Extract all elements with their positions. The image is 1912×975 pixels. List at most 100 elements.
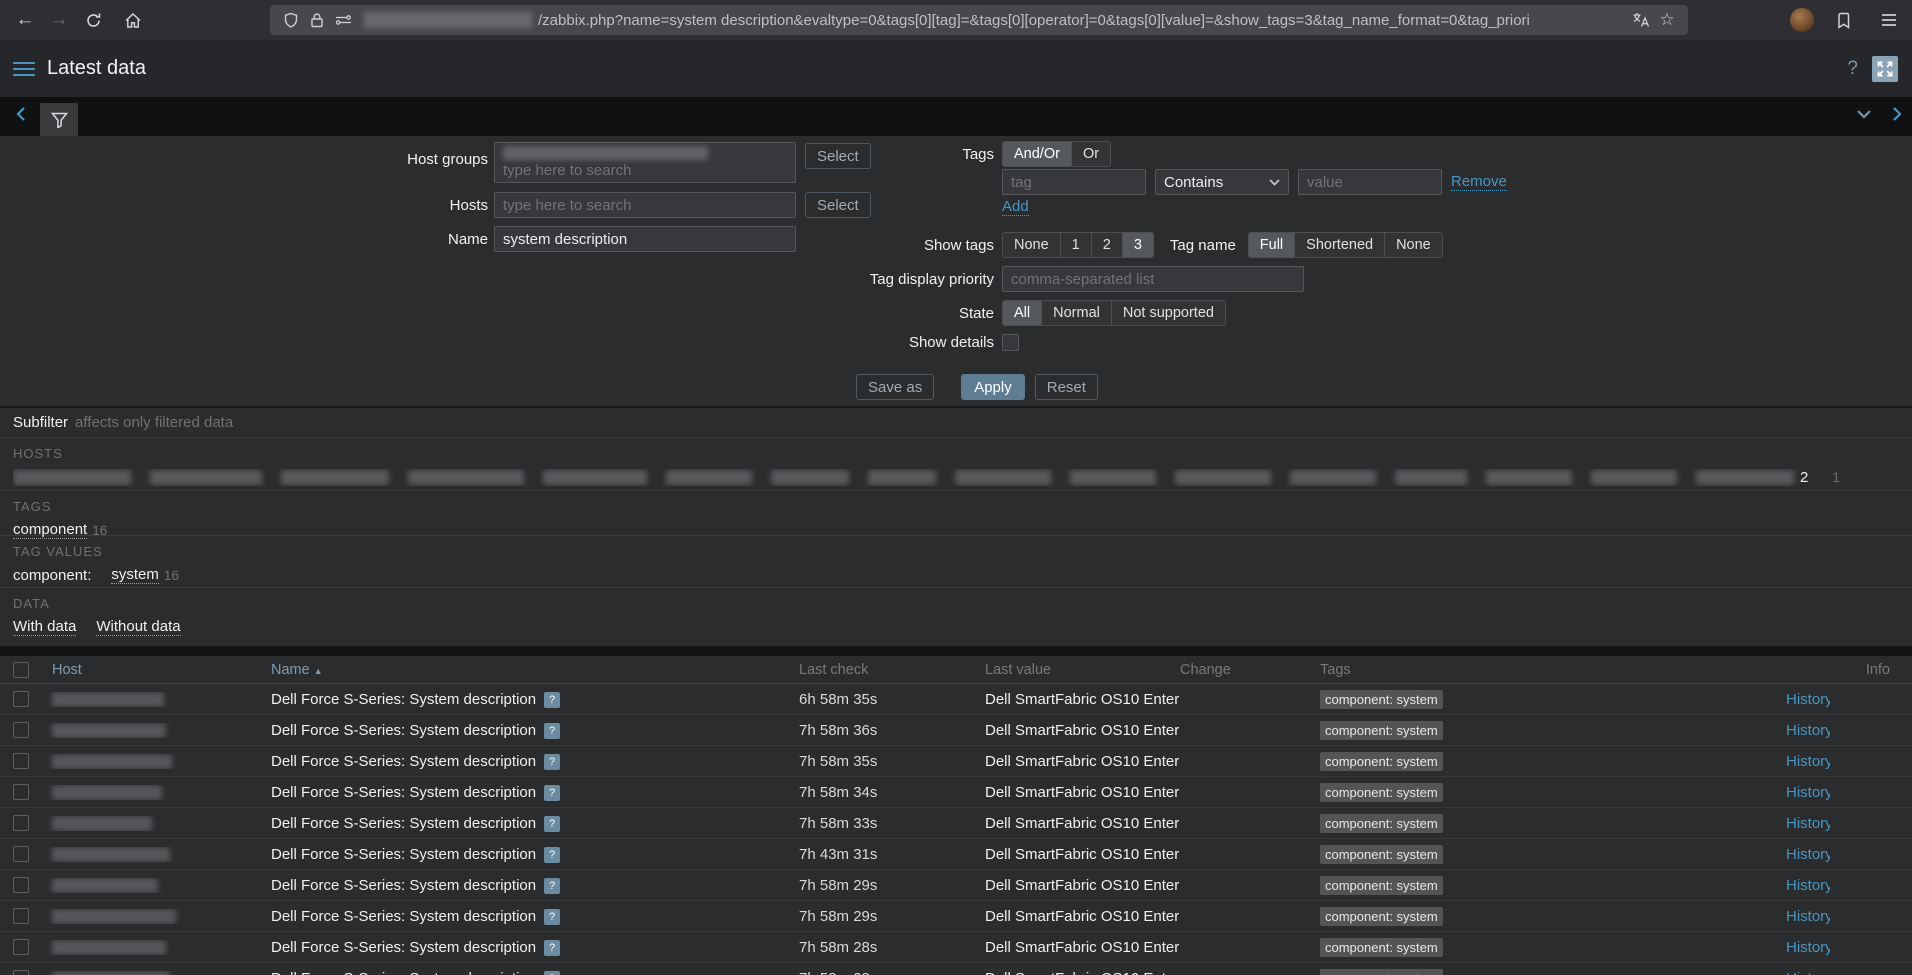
history-link[interactable]: History: [1786, 970, 1830, 975]
option-and-or[interactable]: And/Or: [1003, 142, 1071, 166]
kiosk-mode-button[interactable]: [1872, 56, 1898, 82]
row-checkbox[interactable]: [13, 877, 29, 893]
browser-forward-button[interactable]: →: [42, 5, 76, 35]
host-groups-search-input[interactable]: [503, 161, 787, 179]
option-all[interactable]: All: [1003, 301, 1041, 325]
history-link[interactable]: History: [1786, 753, 1830, 770]
last-value-link[interactable]: Dell SmartFabric OS10 Enterpri...: [985, 722, 1180, 739]
translate-icon[interactable]: [1628, 7, 1654, 33]
last-value-link[interactable]: Dell SmartFabric OS10 Enterpri...: [985, 877, 1180, 894]
history-link[interactable]: History: [1786, 939, 1830, 956]
subfilter-host-redacted[interactable]: [13, 470, 131, 485]
last-value-link[interactable]: Dell SmartFabric OS10 Enterpri...: [985, 908, 1180, 925]
last-value-link[interactable]: Dell SmartFabric OS10 Enterpri...: [985, 753, 1180, 770]
hint-icon[interactable]: ?: [544, 971, 560, 975]
row-checkbox[interactable]: [13, 784, 29, 800]
subfilter-tag-component-link[interactable]: component: [13, 521, 87, 539]
hint-icon[interactable]: ?: [544, 878, 560, 894]
bookmark-star-icon[interactable]: ☆: [1654, 7, 1680, 33]
hint-icon[interactable]: ?: [544, 940, 560, 956]
subfilter-host-redacted[interactable]: [150, 470, 262, 485]
option-none[interactable]: None: [1003, 233, 1060, 257]
last-value-link[interactable]: Dell SmartFabric OS10 Enterpri...: [985, 784, 1180, 801]
item-name-link[interactable]: Dell Force S-Series: System description: [271, 939, 536, 956]
host-group-selected-redacted[interactable]: [503, 146, 708, 160]
subfilter-host-redacted[interactable]: [666, 470, 752, 485]
subfilter-host-redacted[interactable]: [1070, 470, 1156, 485]
column-host[interactable]: Host: [38, 662, 271, 678]
subfilter-host-redacted[interactable]: [1290, 470, 1376, 485]
last-value-link[interactable]: Dell SmartFabric OS10 Enterpri...: [985, 846, 1180, 863]
subfilter-tag-value-system-link[interactable]: system: [111, 566, 159, 584]
tag-operator-select[interactable]: Contains: [1155, 169, 1289, 195]
subfilter-host-redacted[interactable]: [1175, 470, 1271, 485]
remove-tag-link[interactable]: Remove: [1451, 173, 1507, 191]
row-checkbox[interactable]: [13, 815, 29, 831]
host-name-redacted[interactable]: [52, 940, 166, 955]
hosts-search-input[interactable]: [494, 192, 796, 218]
row-checkbox[interactable]: [13, 753, 29, 769]
shield-icon[interactable]: [278, 7, 304, 33]
tag-badge[interactable]: component: system: [1320, 907, 1443, 926]
host-name-redacted[interactable]: [52, 878, 158, 893]
item-name-link[interactable]: Dell Force S-Series: System description: [271, 877, 536, 894]
option-normal[interactable]: Normal: [1041, 301, 1111, 325]
permissions-icon[interactable]: [330, 7, 356, 33]
hint-icon[interactable]: ?: [544, 723, 560, 739]
history-link[interactable]: History: [1786, 784, 1830, 801]
host-groups-multiselect[interactable]: [494, 142, 796, 183]
tag-badge[interactable]: component: system: [1320, 752, 1443, 771]
subfilter-last-host-suffix[interactable]: 2: [1800, 469, 1808, 486]
add-tag-link[interactable]: Add: [1002, 198, 1029, 216]
tag-badge[interactable]: component: system: [1320, 969, 1443, 975]
item-name-link[interactable]: Dell Force S-Series: System description: [271, 908, 536, 925]
row-checkbox[interactable]: [13, 939, 29, 955]
subfilter-host-redacted[interactable]: [1591, 470, 1677, 485]
option-1[interactable]: 1: [1060, 233, 1091, 257]
host-name-redacted[interactable]: [52, 816, 152, 831]
browser-menu-button[interactable]: [1872, 5, 1906, 35]
hint-icon[interactable]: ?: [544, 785, 560, 801]
item-name-link[interactable]: Dell Force S-Series: System description: [271, 970, 536, 975]
show-details-checkbox[interactable]: [1002, 334, 1019, 351]
last-value-link[interactable]: Dell SmartFabric OS10 Enterpri...: [985, 691, 1180, 708]
option-none[interactable]: None: [1384, 233, 1442, 257]
history-link[interactable]: History: [1786, 908, 1830, 925]
history-link[interactable]: History: [1786, 815, 1830, 832]
hint-icon[interactable]: ?: [544, 692, 560, 708]
option-not-supported[interactable]: Not supported: [1111, 301, 1225, 325]
host-name-redacted[interactable]: [52, 754, 172, 769]
next-page-arrow[interactable]: [1892, 106, 1902, 122]
subfilter-host-redacted[interactable]: [543, 470, 647, 485]
option-shortened[interactable]: Shortened: [1294, 233, 1384, 257]
option-or[interactable]: Or: [1071, 142, 1110, 166]
host-name-redacted[interactable]: [52, 971, 170, 975]
tag-badge[interactable]: component: system: [1320, 814, 1443, 833]
item-name-link[interactable]: Dell Force S-Series: System description: [271, 691, 536, 708]
filter-tab[interactable]: [40, 103, 78, 136]
browser-reload-button[interactable]: [76, 5, 110, 35]
host-name-redacted[interactable]: [52, 723, 166, 738]
save-as-button[interactable]: Save as: [856, 374, 934, 400]
save-page-icon[interactable]: [1826, 5, 1860, 35]
option-3[interactable]: 3: [1122, 233, 1153, 257]
subfilter-host-redacted[interactable]: [408, 470, 524, 485]
subfilter-host-redacted[interactable]: [771, 470, 849, 485]
tag-badge[interactable]: component: system: [1320, 721, 1443, 740]
item-name-link[interactable]: Dell Force S-Series: System description: [271, 722, 536, 739]
browser-back-button[interactable]: ←: [8, 5, 42, 35]
tag-badge[interactable]: component: system: [1320, 938, 1443, 957]
item-name-link[interactable]: Dell Force S-Series: System description: [271, 784, 536, 801]
row-checkbox[interactable]: [13, 846, 29, 862]
history-link[interactable]: History: [1786, 846, 1830, 863]
help-icon[interactable]: ?: [1847, 58, 1858, 80]
last-value-link[interactable]: Dell SmartFabric OS10 Enterpri...: [985, 939, 1180, 956]
subfilter-host-redacted[interactable]: [281, 470, 389, 485]
subfilter-host-redacted[interactable]: [955, 470, 1051, 485]
hint-icon[interactable]: ?: [544, 847, 560, 863]
lock-icon[interactable]: [304, 7, 330, 33]
tag-badge[interactable]: component: system: [1320, 783, 1443, 802]
item-name-link[interactable]: Dell Force S-Series: System description: [271, 753, 536, 770]
select-all-checkbox[interactable]: [13, 662, 29, 678]
without-data-link[interactable]: Without data: [96, 618, 180, 636]
